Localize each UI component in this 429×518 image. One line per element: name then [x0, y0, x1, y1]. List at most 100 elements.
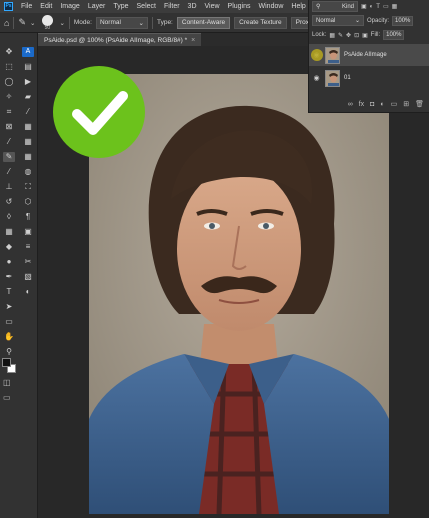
layer-thumbnail [325, 69, 340, 87]
history-brush-tool-icon[interactable]: ↺ [3, 197, 15, 207]
eyedropper-tool-icon[interactable]: ⁄ [3, 137, 15, 147]
layer-row-selected[interactable]: ◉ PsAide AIImage [309, 44, 429, 66]
dropdown-arrow-icon[interactable]: ⌄ [30, 19, 35, 27]
close-icon[interactable]: × [191, 37, 195, 44]
menu-view[interactable]: View [205, 0, 220, 13]
create-texture-button[interactable]: Create Texture [234, 16, 287, 29]
swatch-grid-icon[interactable]: ▦ [22, 152, 34, 162]
kind-filter-select[interactable]: ⚲ Kind [312, 1, 358, 12]
lock-artboard-icon[interactable]: ⊡ [354, 32, 359, 39]
cube-icon[interactable]: ⬡ [22, 197, 34, 207]
trash-icon[interactable]: 🗑 [415, 100, 424, 108]
lock-position-icon[interactable]: ✥ [346, 32, 351, 39]
link-icon[interactable]: ∞ [348, 101, 353, 108]
screen-mode-icon[interactable]: ▭ [3, 393, 11, 402]
lock-image-icon[interactable]: ✎ [338, 32, 343, 39]
mode-select[interactable]: Normal ⌄ [95, 16, 148, 29]
layers-panel: ⚲ Kind ▣ ◐ T ▭ ▦ Normal ⌄ Opacity: 100% … [308, 0, 429, 113]
clone-stamp-tool-icon[interactable]: ⊥ [3, 182, 15, 192]
play-icon[interactable]: ▶ [22, 77, 34, 87]
adjustment-icon[interactable]: ◐ [380, 101, 384, 108]
new-layer-icon[interactable]: ⊞ [403, 100, 409, 108]
layers-footer: ∞ fx ◘ ◐ ▭ ⊞ 🗑 [309, 97, 429, 111]
path-select-tool-icon[interactable]: ➤ [3, 302, 15, 312]
adjust-icon[interactable]: ⛶ [22, 182, 34, 192]
brush-preset-icon[interactable]: ⁄ [22, 107, 34, 117]
checkmark-icon [72, 91, 128, 135]
dropdown-arrow-icon[interactable]: ⌄ [59, 19, 64, 27]
fill-input[interactable]: 100% [383, 30, 405, 40]
lock-pixels-icon[interactable]: ▦ [329, 32, 335, 39]
quick-mask-icon[interactable]: ◫ [3, 378, 11, 387]
grid-icon[interactable]: ▦ [22, 122, 34, 132]
chevron-down-icon: ⌄ [138, 19, 144, 27]
comment-icon[interactable]: ▰ [22, 92, 34, 102]
hand-tool-icon[interactable]: ✋ [3, 332, 15, 342]
brush-picker[interactable]: 50 [39, 14, 55, 31]
zoom-tool-icon[interactable]: ⚲ [3, 347, 15, 357]
blur-tool-icon[interactable]: ◆ [3, 242, 15, 252]
visibility-icon[interactable]: ◉ [312, 74, 321, 83]
document-tab[interactable]: PsAide.psd @ 100% (PsAide AIImage, RGB/8… [38, 33, 202, 46]
content-aware-button[interactable]: Content-Aware [176, 16, 231, 29]
channels-icon[interactable]: ▧ [22, 272, 34, 282]
dodge-tool-icon[interactable]: ● [3, 257, 15, 267]
properties-icon[interactable]: ▣ [22, 227, 34, 237]
menu-filter[interactable]: Filter [164, 0, 180, 13]
mask-icon[interactable]: ◘ [370, 101, 374, 108]
marquee-tool-icon[interactable]: ⬚ [3, 62, 15, 72]
pen-tool-icon[interactable]: ✒ [3, 272, 15, 282]
style-icon[interactable]: ◐ [22, 287, 34, 297]
type-tool-icon[interactable]: T [3, 287, 15, 297]
layer-row[interactable]: ◉ 01 [309, 67, 429, 89]
menu-3d[interactable]: 3D [188, 0, 197, 13]
tools-icon[interactable]: ✂ [22, 257, 34, 267]
fx-icon[interactable]: fx [359, 101, 364, 108]
crop-tool-icon[interactable]: ⌗ [3, 107, 15, 117]
adjust-filter-icon[interactable]: ◐ [370, 4, 374, 10]
menu-help[interactable]: Help [291, 0, 305, 13]
menu-layer[interactable]: Layer [88, 0, 106, 13]
lock-all-icon[interactable]: ▣ [362, 32, 368, 39]
menu-file[interactable]: File [21, 0, 32, 13]
cursor-highlight [311, 49, 323, 61]
menu-select[interactable]: Select [137, 0, 156, 13]
color-swatches[interactable] [2, 358, 16, 374]
menu-type[interactable]: Type [113, 0, 128, 13]
glyph-icon[interactable]: ≡ [22, 242, 34, 252]
folder-icon[interactable]: ▭ [391, 100, 398, 108]
paragraph-icon[interactable]: ¶ [22, 212, 34, 222]
frame-tool-icon[interactable]: ⊠ [3, 122, 15, 132]
brush-tool-icon[interactable]: ⁄ [3, 167, 15, 177]
opacity-input[interactable]: 100% [392, 15, 414, 26]
photoshop-logo-icon[interactable]: Ps [4, 2, 13, 11]
blend-mode-select[interactable]: Normal ⌄ [312, 15, 364, 26]
gradient-tool-icon[interactable]: ▦ [3, 227, 15, 237]
shape-tool-icon[interactable]: ▭ [3, 317, 15, 327]
lasso-tool-icon[interactable]: ◯ [3, 77, 15, 87]
panel-icon[interactable]: ▤ [22, 62, 34, 72]
table-icon[interactable]: ▦ [22, 137, 34, 147]
tools-panel: ✥ ⬚ ◯ ✧ ⌗ ⊠ ⁄ ✎ ⁄ ⊥ ↺ ◊ ▦ ◆ ● ✒ T ➤ ▭ ✋ … [0, 33, 38, 518]
separator [151, 16, 153, 29]
healing-brush-tool-icon[interactable]: ✎ [3, 152, 15, 162]
quick-select-tool-icon[interactable]: ✧ [3, 92, 15, 102]
sphere-icon[interactable]: ◍ [22, 167, 34, 177]
smart-filter-icon[interactable]: ▦ [392, 3, 398, 10]
healing-brush-icon[interactable]: ✎ [18, 17, 26, 28]
type-filter-icon[interactable]: T [376, 4, 380, 10]
menu-edit[interactable]: Edit [40, 0, 52, 13]
lock-label: Lock: [312, 32, 327, 38]
pixel-filter-icon[interactable]: ▣ [361, 3, 367, 10]
adobe-icon[interactable]: A [22, 47, 34, 57]
eraser-tool-icon[interactable]: ◊ [3, 212, 15, 222]
move-tool-icon[interactable]: ✥ [3, 47, 15, 57]
document-tab-bar: PsAide.psd @ 100% (PsAide AIImage, RGB/8… [38, 33, 308, 46]
menu-plugins[interactable]: Plugins [228, 0, 251, 13]
menu-window[interactable]: Window [259, 0, 284, 13]
menu-image[interactable]: Image [60, 0, 79, 13]
foreground-color-swatch[interactable] [2, 358, 11, 367]
shape-filter-icon[interactable]: ▭ [383, 3, 389, 10]
home-icon[interactable]: ⌂ [4, 18, 9, 28]
layer-thumbnail [325, 46, 340, 64]
